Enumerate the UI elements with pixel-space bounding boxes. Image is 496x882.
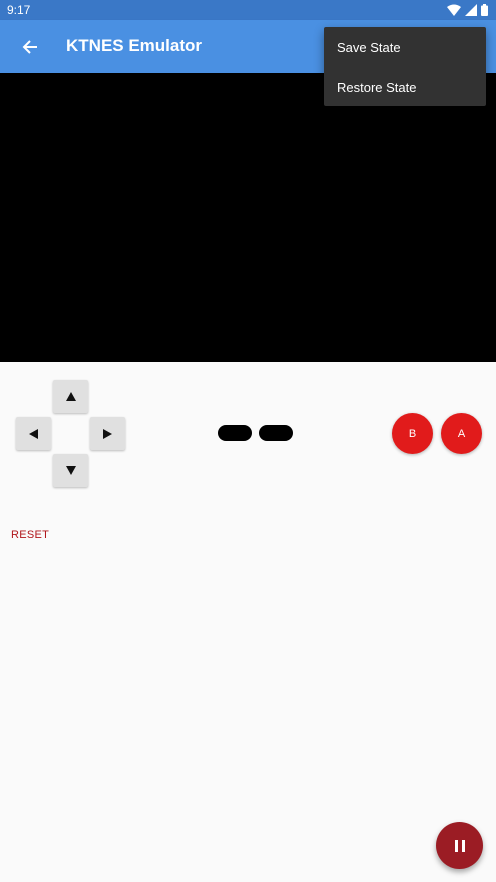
app-title: KTNES Emulator: [66, 36, 203, 55]
triangle-right-icon: [103, 428, 112, 439]
signal-icon: [465, 4, 477, 16]
status-bar: 9:17: [0, 0, 496, 20]
dpad-down-button[interactable]: [53, 454, 88, 487]
dpad-left-button[interactable]: [16, 417, 51, 450]
status-time: 9:17: [7, 3, 31, 17]
pause-icon-bar: [461, 839, 465, 852]
menu-item-save-state[interactable]: Save State: [324, 27, 486, 67]
a-button[interactable]: A: [441, 413, 482, 454]
wifi-icon: [447, 4, 461, 16]
b-button[interactable]: B: [392, 413, 433, 454]
dpad-right-button[interactable]: [90, 417, 125, 450]
triangle-left-icon: [29, 428, 38, 439]
arrow-left-icon: [22, 40, 37, 54]
start-button[interactable]: [259, 425, 293, 441]
battery-icon: [481, 4, 488, 16]
select-button[interactable]: [218, 425, 252, 441]
triangle-up-icon: [65, 392, 76, 401]
overflow-menu: Save State Restore State: [324, 27, 486, 106]
status-icons: [447, 3, 488, 17]
emulator-screen: [0, 73, 496, 362]
pause-icon: [454, 839, 458, 852]
menu-item-restore-state[interactable]: Restore State: [324, 67, 486, 107]
triangle-down-icon: [65, 466, 76, 475]
dpad-up-button[interactable]: [53, 380, 88, 413]
back-button[interactable]: [10, 27, 50, 67]
reset-button[interactable]: RESET: [11, 529, 49, 541]
pause-fab[interactable]: [436, 822, 483, 869]
